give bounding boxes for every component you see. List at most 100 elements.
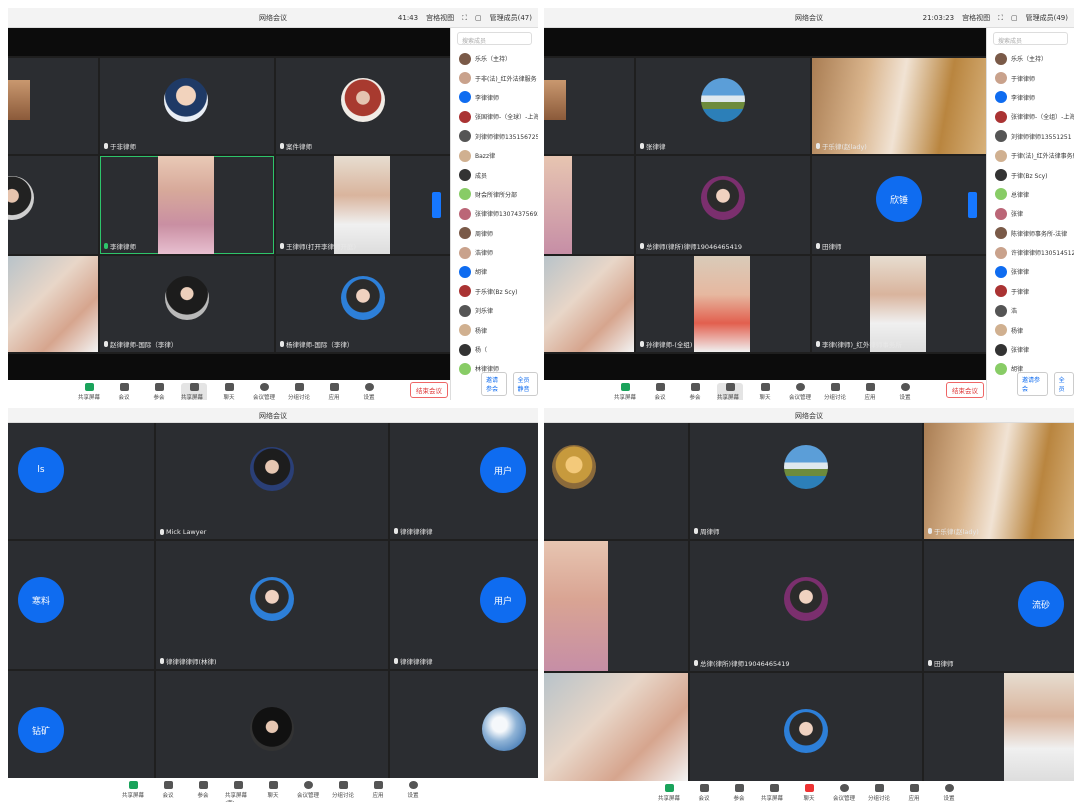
manage-members-button[interactable]: 管理成员(47) bbox=[490, 13, 532, 23]
chat-button[interactable]: 聊天 bbox=[260, 781, 286, 799]
apps-button[interactable]: 应用 bbox=[901, 784, 927, 802]
meeting-button[interactable]: 会议 bbox=[111, 383, 137, 400]
participant-row[interactable]: 李律律师 bbox=[987, 88, 1074, 107]
share-wide-button[interactable]: 共享屏幕(宽) bbox=[181, 383, 207, 400]
end-meeting-button[interactable]: 结束会议 bbox=[946, 382, 984, 398]
share-wide-button[interactable]: 共享屏幕(宽) bbox=[761, 784, 787, 802]
mute-all-button[interactable]: 全员 bbox=[1053, 372, 1074, 396]
participant-row[interactable]: 刘乐律 bbox=[451, 301, 538, 320]
video-tile[interactable]: 于非律师 bbox=[100, 58, 274, 154]
video-tile[interactable] bbox=[924, 673, 1074, 781]
participants-button[interactable]: 参会 bbox=[682, 383, 708, 400]
video-tile[interactable]: 张律律 bbox=[636, 58, 810, 154]
participant-row[interactable]: 许律律律师13051451234 bbox=[987, 243, 1074, 262]
apps-button[interactable]: 应用 bbox=[365, 781, 391, 799]
meeting-manage-button[interactable]: 会议管理 bbox=[295, 781, 321, 799]
sidebar-toggle-icon[interactable]: ▢ bbox=[475, 14, 482, 22]
video-tile[interactable]: 孙律律师-(全组) bbox=[636, 256, 810, 352]
video-tile[interactable] bbox=[544, 423, 688, 539]
video-tile[interactable] bbox=[544, 58, 634, 154]
participants-button[interactable]: 参会 bbox=[726, 784, 752, 802]
video-tile[interactable]: 于乐律(赵lady) bbox=[812, 58, 986, 154]
view-mode-button[interactable]: 宫格视图 bbox=[962, 13, 990, 23]
video-tile[interactable]: 律律律律师(林律) bbox=[156, 541, 388, 669]
video-tile[interactable]: 李律(律师)_红外律师事务所 bbox=[812, 256, 986, 352]
video-tile[interactable]: 总律师(律所)律师19046465419 bbox=[636, 156, 810, 254]
participant-row[interactable]: 刘律师律师1351567254 bbox=[451, 127, 538, 146]
video-tile[interactable]: Mick Lawyer bbox=[156, 423, 388, 539]
participant-row[interactable]: 杨律 bbox=[987, 320, 1074, 339]
breakout-button[interactable]: 分组讨论 bbox=[330, 781, 356, 799]
video-tile[interactable]: 赵律律师-国际（李律） bbox=[100, 256, 274, 352]
meeting-manage-button[interactable]: 会议管理 bbox=[787, 383, 813, 400]
video-tile[interactable]: 钻矿 bbox=[8, 671, 154, 778]
next-page-arrow-icon[interactable] bbox=[968, 192, 977, 218]
share-screen-button[interactable]: 共享屏幕 bbox=[120, 781, 146, 799]
participant-row[interactable]: 刘律师律师13551251 bbox=[987, 127, 1074, 146]
sidebar-toggle-icon[interactable]: ▢ bbox=[1011, 14, 1018, 22]
participant-row[interactable]: 于律律师 bbox=[987, 68, 1074, 87]
apps-button[interactable]: 应用 bbox=[321, 383, 347, 400]
participant-row[interactable]: 胡律 bbox=[451, 262, 538, 281]
participant-row[interactable]: 浩律师 bbox=[451, 243, 538, 262]
view-mode-button[interactable]: 宫格视图 bbox=[426, 13, 454, 23]
participant-row[interactable]: 张律律 bbox=[987, 340, 1074, 359]
participant-row[interactable]: Bazz律 bbox=[451, 146, 538, 165]
video-tile[interactable] bbox=[544, 541, 688, 671]
participant-row[interactable]: 杨律 bbox=[451, 320, 538, 339]
next-page-arrow-icon[interactable] bbox=[432, 192, 441, 218]
meeting-manage-button[interactable]: 会议管理 bbox=[251, 383, 277, 400]
participant-row[interactable]: 张律律师-（全组）-上海 bbox=[987, 107, 1074, 126]
video-tile[interactable]: 总律(律所)律师19046465419 bbox=[690, 541, 922, 671]
participant-row[interactable]: 成员 bbox=[451, 165, 538, 184]
meeting-button[interactable]: 会议 bbox=[691, 784, 717, 802]
breakout-button[interactable]: 分组讨论 bbox=[822, 383, 848, 400]
video-tile[interactable] bbox=[156, 671, 388, 778]
share-screen-button[interactable]: 共享屏幕 bbox=[76, 383, 102, 400]
participant-row[interactable]: 于律(法)_红外法律事务所 bbox=[987, 146, 1074, 165]
video-tile-active[interactable]: 于乐律(赵lady) bbox=[924, 423, 1074, 539]
participant-row[interactable]: 乐乐（主持） bbox=[451, 49, 538, 68]
participant-row[interactable]: 张律 bbox=[987, 204, 1074, 223]
chat-button[interactable]: 聊天 bbox=[796, 784, 822, 802]
end-meeting-button[interactable]: 结束会议 bbox=[410, 382, 448, 398]
invite-button[interactable]: 邀请参会 bbox=[481, 372, 507, 396]
participants-button[interactable]: 参会 bbox=[190, 781, 216, 799]
participant-row[interactable]: 总律律 bbox=[987, 185, 1074, 204]
chat-button[interactable]: 聊天 bbox=[752, 383, 778, 400]
settings-button[interactable]: 设置 bbox=[356, 383, 382, 400]
participant-row[interactable]: 于律律 bbox=[987, 282, 1074, 301]
participant-row[interactable]: 陈律律师事务所-法律 bbox=[987, 224, 1074, 243]
settings-button[interactable]: 设置 bbox=[936, 784, 962, 802]
meeting-button[interactable]: 会议 bbox=[647, 383, 673, 400]
video-tile-active[interactable]: 李律律师 bbox=[100, 156, 274, 254]
settings-button[interactable]: 设置 bbox=[400, 781, 426, 799]
participant-row[interactable]: 乐乐（主持） bbox=[987, 49, 1074, 68]
share-wide-button[interactable]: 共享屏幕(宽) bbox=[225, 781, 251, 802]
manage-members-button[interactable]: 管理成员(49) bbox=[1026, 13, 1068, 23]
video-tile[interactable]: 案件律师 bbox=[276, 58, 450, 154]
breakout-button[interactable]: 分组讨论 bbox=[866, 784, 892, 802]
invite-button[interactable]: 邀请参会 bbox=[1017, 372, 1048, 396]
meeting-button[interactable]: 会议 bbox=[155, 781, 181, 799]
search-input[interactable]: 搜索成员 bbox=[457, 32, 532, 45]
participant-row[interactable]: 张律律师13074375693 bbox=[451, 204, 538, 223]
video-tile[interactable] bbox=[544, 673, 688, 781]
participant-row[interactable]: 于乐律(Bz Scy) bbox=[451, 282, 538, 301]
video-tile[interactable]: 王律师(打开李律师开庭) bbox=[276, 156, 450, 254]
participant-row[interactable]: 张国律师-（全球）-上海 bbox=[451, 107, 538, 126]
search-input[interactable]: 搜索成员 bbox=[993, 32, 1068, 45]
chat-button[interactable]: 聊天 bbox=[216, 383, 242, 400]
settings-button[interactable]: 设置 bbox=[892, 383, 918, 400]
video-tile[interactable] bbox=[8, 58, 98, 154]
video-tile[interactable] bbox=[8, 256, 98, 352]
video-tile[interactable]: 欣锤 田律师 bbox=[812, 156, 986, 254]
participants-button[interactable]: 参会 bbox=[146, 383, 172, 400]
video-tile[interactable]: 用户 律律律律律 bbox=[390, 541, 538, 669]
video-tile[interactable]: 用户 律律律律律 bbox=[390, 423, 538, 539]
video-tile[interactable] bbox=[390, 671, 538, 778]
participant-row[interactable]: 张律律 bbox=[987, 262, 1074, 281]
fullscreen-icon[interactable]: ⛶ bbox=[998, 14, 1003, 23]
participant-row[interactable]: 于律(Bz Scy) bbox=[987, 165, 1074, 184]
participant-row[interactable]: 财会所律所分部 bbox=[451, 185, 538, 204]
